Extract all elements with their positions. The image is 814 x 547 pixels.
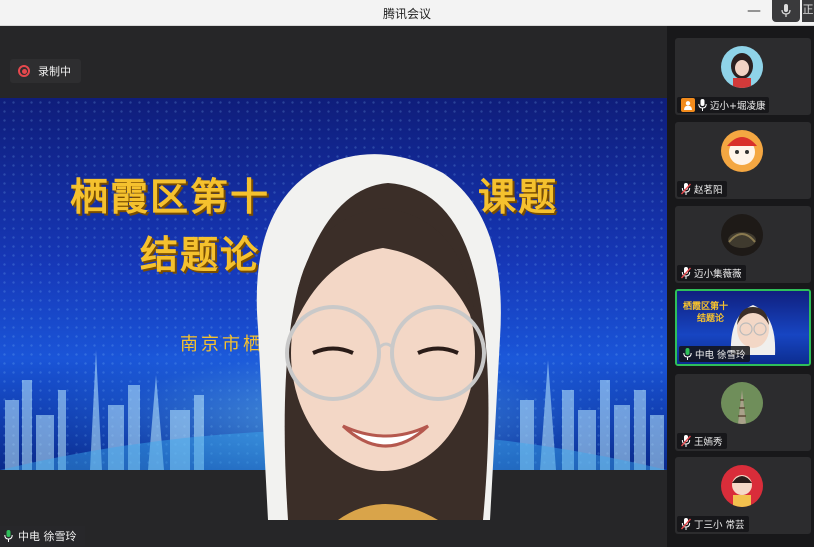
avatar <box>721 382 763 424</box>
participant-name: 丁三小 常芸 <box>694 520 745 531</box>
avatar <box>721 214 763 256</box>
recording-badge[interactable]: 录制中 <box>10 59 81 83</box>
window-title: 腾讯会议 <box>382 7 431 21</box>
avatar <box>721 46 763 88</box>
toolbar-mic-button[interactable] <box>772 0 800 22</box>
host-icon <box>681 98 695 112</box>
title-bar: 腾讯会议 — 正 <box>0 0 814 26</box>
participant-sidebar: 迈小+堀凌康 赵茗阳 迈小集薇薇 栖霞区第十 结题论 中电 徐雪玲 王嫣秀 丁三… <box>667 26 814 547</box>
avatar <box>721 465 763 507</box>
participant-name: 赵茗阳 <box>694 185 723 196</box>
participant-tile[interactable]: 迈小+堀凌康 <box>675 38 811 115</box>
participant-label: 赵茗阳 <box>677 181 727 197</box>
record-icon <box>18 65 30 77</box>
main-speaker-name: 中电 徐雪玲 <box>18 530 77 543</box>
recording-label: 录制中 <box>38 65 71 78</box>
participant-tile[interactable]: 迈小集薇薇 <box>675 206 811 283</box>
mini-slide-title-2: 结题论 <box>697 314 725 324</box>
participant-label: 迈小集薇薇 <box>677 265 746 281</box>
microphone-icon <box>698 99 707 111</box>
participant-label: 中电 徐雪玲 <box>679 346 750 362</box>
participant-label: 丁三小 常芸 <box>677 516 749 532</box>
participant-name: 迈小+堀凌康 <box>710 101 766 112</box>
participant-tile[interactable]: 王嫣秀 <box>675 374 811 451</box>
participant-label: 迈小+堀凌康 <box>677 97 770 113</box>
microphone-muted-icon <box>681 435 691 447</box>
microphone-muted-icon <box>681 518 691 530</box>
participant-tile-active[interactable]: 栖霞区第十 结题论 中电 徐雪玲 <box>675 289 811 366</box>
participant-name: 中电 徐雪玲 <box>695 350 746 361</box>
participant-tile[interactable]: 赵茗阳 <box>675 122 811 199</box>
participant-name: 王嫣秀 <box>694 437 723 448</box>
main-video-area: 录制中 栖霞区第十 课题 结题论 南京市栖 中电 徐雪玲 <box>0 26 667 547</box>
avatar <box>721 130 763 172</box>
microphone-muted-icon <box>681 183 691 195</box>
participant-tile[interactable]: 丁三小 常芸 <box>675 457 811 534</box>
speaking-mic-icon <box>683 348 692 360</box>
minimize-button[interactable]: — <box>744 2 764 22</box>
presenter-video <box>256 154 501 520</box>
toolbar-next-button[interactable]: 正 <box>802 0 814 22</box>
microphone-icon <box>781 4 791 17</box>
main-speaker-label: 中电 徐雪玲 <box>0 526 85 546</box>
participant-name: 迈小集薇薇 <box>694 269 742 280</box>
speaking-mic-icon <box>4 530 13 542</box>
microphone-muted-icon <box>681 267 691 279</box>
participant-label: 王嫣秀 <box>677 433 727 449</box>
